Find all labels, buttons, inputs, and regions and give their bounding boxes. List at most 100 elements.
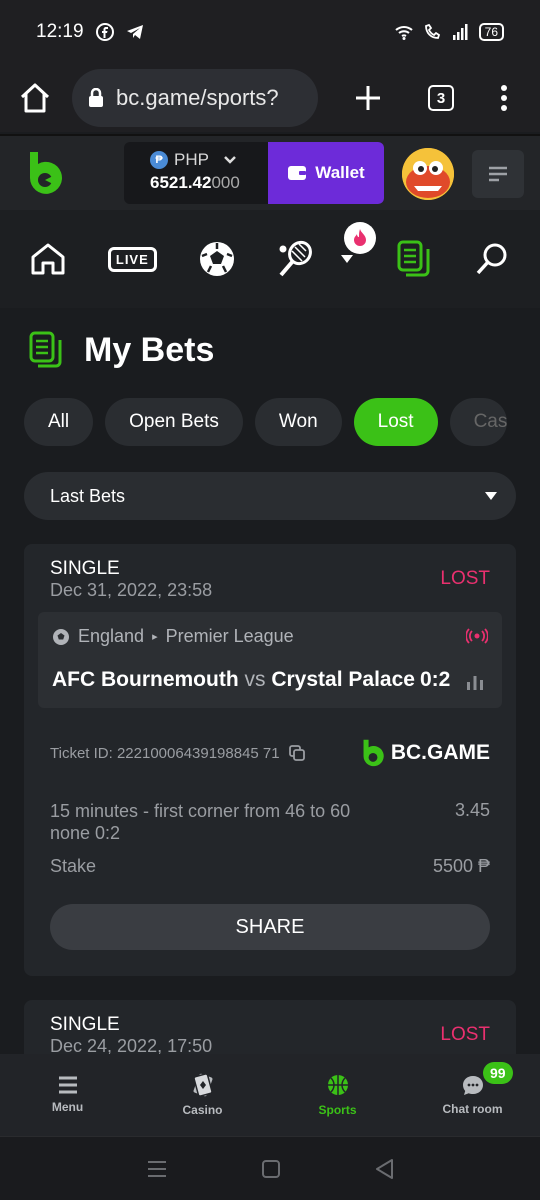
page-header: My Bets	[28, 330, 214, 370]
menu-icon	[58, 1076, 77, 1094]
bet-slip-icon	[29, 331, 62, 368]
search-button[interactable]	[468, 235, 516, 283]
home-square-icon[interactable]	[261, 1159, 281, 1179]
app-header: ₱ PHP 6521.42000 Wallet	[0, 134, 540, 210]
live-label: LIVE	[107, 246, 157, 272]
versus-label: vs	[244, 668, 266, 691]
match-score: 0:2	[420, 668, 451, 691]
status-bar: 12:19 76	[0, 0, 540, 64]
back-icon[interactable]	[374, 1158, 394, 1180]
nav-menu-label: Menu	[51, 1100, 84, 1114]
bottom-nav: Menu Casino Sports Chat room 99	[0, 1054, 540, 1136]
wallet-icon	[288, 166, 307, 180]
away-team: Crystal Palace	[271, 668, 415, 691]
cards-icon	[192, 1073, 213, 1097]
period-select-value: Last Bets	[50, 485, 126, 506]
balance-amount: 6521.42000	[150, 173, 268, 193]
bet-type: SINGLE	[50, 558, 120, 579]
sports-nav: LIVE	[0, 210, 540, 308]
bet-date: Dec 31, 2022, 23:58	[50, 580, 213, 600]
filter-cashout[interactable]: Cas	[449, 398, 508, 446]
bet-slip-icon	[397, 240, 430, 277]
share-button[interactable]: SHARE	[50, 904, 490, 950]
live-broadcast-icon	[466, 628, 488, 644]
bet-market: 15 minutes - first corner from 46 to 60 …	[50, 800, 410, 844]
balance-selector[interactable]: ₱ PHP 6521.42000	[124, 142, 268, 204]
menu-icon	[489, 166, 507, 182]
new-tab-icon[interactable]	[354, 84, 382, 112]
url-text: bc.game/sports?	[116, 85, 279, 110]
nav-sports[interactable]: Sports	[270, 1054, 405, 1136]
search-icon	[476, 243, 507, 275]
filter-all[interactable]: All	[24, 398, 94, 446]
system-nav-bar	[0, 1136, 540, 1200]
league-breadcrumb: England ▸ Premier League	[52, 626, 294, 647]
event-row[interactable]: England ▸ Premier League AFC Bournemouth…	[38, 612, 502, 708]
soccer-button[interactable]	[193, 235, 241, 283]
period-select[interactable]: Last Bets	[24, 472, 516, 520]
nav-casino[interactable]: Casino	[135, 1054, 270, 1136]
clock: 12:19	[36, 21, 84, 42]
ticket-id: Ticket ID: 22210006439198845 71	[50, 744, 306, 762]
wallet-label: Wallet	[315, 163, 365, 182]
wifi-call-icon	[424, 23, 440, 39]
menu-button[interactable]	[472, 150, 524, 198]
country-label: England	[78, 626, 145, 646]
page-title: My Bets	[84, 330, 215, 369]
soccer-ball-icon	[53, 628, 69, 645]
nav-chat-room[interactable]: Chat room 99	[405, 1054, 540, 1136]
caret-down-icon	[485, 492, 497, 500]
soccer-ball-icon	[199, 242, 234, 276]
stats-icon	[467, 676, 483, 690]
copy-icon[interactable]	[288, 744, 306, 762]
market-name: 15 minutes - first corner from 46 to 60	[50, 801, 351, 821]
status-badge: LOST	[440, 1024, 490, 1045]
home-team: AFC Bournemouth	[52, 668, 239, 691]
bet-card: SINGLE Dec 24, 2022, 17:50 LOST	[24, 1000, 516, 1054]
chevron-down-icon	[224, 156, 236, 164]
url-bar[interactable]: bc.game/sports?	[72, 69, 318, 127]
telegram-icon	[126, 25, 143, 39]
bc-game-brand: BC.GAME	[361, 738, 490, 768]
chat-icon	[462, 1076, 483, 1095]
bc-game-logo[interactable]	[26, 150, 64, 196]
league-label: Premier League	[165, 626, 294, 646]
tab-switcher-button[interactable]: 3	[428, 85, 454, 111]
stake-value: 5500 ₱	[432, 856, 490, 876]
breadcrumb-separator: ▸	[152, 631, 158, 643]
selection-name: none 0:2	[50, 823, 121, 843]
bet-card: SINGLE Dec 31, 2022, 23:58 LOST England …	[24, 544, 516, 976]
tennis-button[interactable]	[271, 235, 319, 283]
bet-date: Dec 24, 2022, 17:50	[50, 1036, 213, 1054]
dinosaur-avatar-icon	[402, 148, 454, 200]
match-teams: AFC Bournemouth vs Crystal Palace	[52, 668, 422, 692]
basketball-icon	[327, 1075, 348, 1095]
nav-casino-label: Casino	[182, 1103, 223, 1117]
caret-down-icon	[341, 255, 354, 263]
more-options-icon[interactable]	[500, 84, 508, 112]
bet-filter-tabs: All Open Bets Won Lost Cas	[24, 398, 508, 446]
hot-badge	[344, 222, 376, 254]
bet-type: SINGLE	[50, 1014, 120, 1035]
nav-chat-label: Chat room	[442, 1102, 503, 1116]
filter-won[interactable]: Won	[254, 398, 342, 446]
balance-main: 6521.42	[150, 173, 212, 192]
my-bets-button[interactable]	[390, 235, 438, 283]
nav-sports-label: Sports	[318, 1103, 357, 1117]
wallet-button[interactable]: Wallet	[268, 142, 384, 204]
my-bets-page: My Bets All Open Bets Won Lost Cas Last …	[0, 308, 540, 1054]
filter-lost[interactable]: Lost	[353, 398, 438, 446]
nav-menu[interactable]: Menu	[0, 1054, 135, 1136]
recent-apps-icon[interactable]	[146, 1160, 168, 1178]
lock-icon	[89, 88, 103, 107]
brand-text: BC.GAME	[390, 741, 490, 764]
live-button[interactable]: LIVE	[102, 235, 162, 283]
browser-toolbar: bc.game/sports? 3	[0, 64, 540, 132]
unread-count-badge: 99	[483, 1062, 513, 1084]
sports-home-button[interactable]	[24, 235, 72, 283]
home-icon[interactable]	[18, 81, 52, 115]
filter-open-bets[interactable]: Open Bets	[105, 398, 243, 446]
stake-label: Stake	[50, 856, 97, 876]
tennis-racket-icon	[279, 240, 312, 277]
avatar[interactable]	[402, 148, 454, 200]
